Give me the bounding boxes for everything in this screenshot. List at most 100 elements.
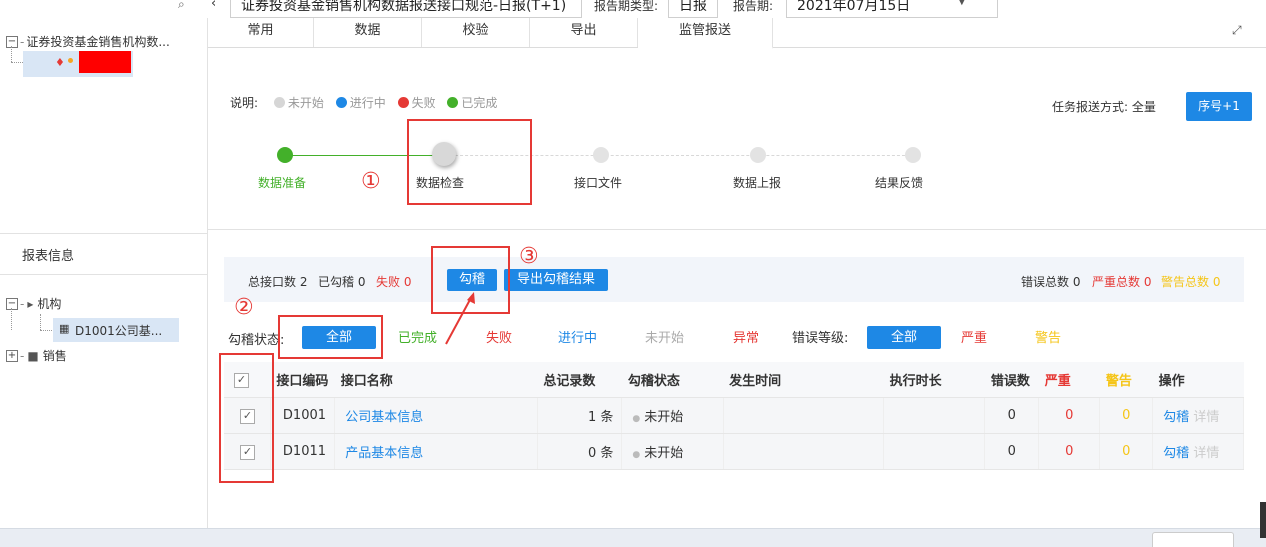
legend-in-progress: 进行中	[349, 96, 386, 110]
expand-toggle-icon[interactable]: +	[6, 349, 18, 362]
table-row: ✓ D1011 产品基本信息 0 条 ● 未开始 0 0 0 勾稽 详情	[224, 433, 1244, 470]
col-time[interactable]: 发生时间	[723, 362, 884, 398]
failed-count: 失败 0	[376, 275, 412, 289]
step-label-feedback[interactable]: 结果反馈	[875, 174, 923, 191]
period-type-label: 报告期类型:	[594, 0, 659, 13]
tab-regulatory-submit[interactable]: 监管报送	[638, 18, 773, 49]
bottom-status-strip	[0, 528, 1266, 547]
row-check-link[interactable]: 勾稽	[1163, 446, 1189, 461]
cell-duration	[883, 433, 986, 470]
cell-name[interactable]: 产品基本信息	[334, 433, 538, 470]
cell-status: ● 未开始	[621, 433, 724, 470]
search-icon[interactable]: ⌕	[178, 0, 185, 12]
send-mode-label: 任务报送方式: 全量	[1052, 100, 1156, 114]
status-dot-icon: ●	[632, 414, 641, 424]
in-progress-dot-icon	[335, 97, 347, 108]
col-errors[interactable]: 错误数	[984, 362, 1039, 398]
cell-status-text: 未开始	[644, 410, 684, 425]
cell-serious: 0	[1038, 433, 1101, 470]
status-dot-icon: ●	[632, 450, 641, 460]
level-filter-warning[interactable]: 警告	[1035, 327, 1061, 346]
tree-root-label: 证券投资基金销售机构数...	[26, 35, 170, 49]
bottom-button[interactable]	[1152, 532, 1234, 547]
tab-bar: 常用 数据 校验 导出 监管报送 ⤢	[208, 18, 1266, 49]
legend-failed: 失败	[411, 96, 436, 110]
cell-status: ● 未开始	[621, 397, 724, 434]
col-duration[interactable]: 执行时长	[883, 362, 985, 398]
annotation-arrow	[445, 292, 475, 345]
level-filter-all[interactable]: 全部	[867, 326, 941, 349]
table-header-row: ✓ 接口编码 接口名称 总记录数 勾稽状态 发生时间 执行时长 错误数 严重 警…	[224, 362, 1244, 398]
status-filter-failed[interactable]: 失败	[486, 327, 512, 346]
step-dot-pending	[750, 147, 766, 163]
annotation-box-checkbox-column	[219, 353, 274, 483]
period-date-picker[interactable]: 2021年07月15日	[786, 0, 998, 18]
tree-connector	[11, 46, 13, 62]
cell-time	[723, 397, 885, 434]
status-filter-in-progress[interactable]: 进行中	[558, 327, 597, 346]
legend-label: 说明:	[230, 96, 259, 110]
report-spec-select[interactable]: 证券投资基金销售机构数据报送接口规范-日报(T+1)	[230, 0, 582, 18]
folder-open-icon: ▸	[27, 296, 34, 311]
cell-actions: 勾稽 详情	[1152, 433, 1244, 470]
seq-increment-button[interactable]: 序号+1	[1186, 92, 1252, 121]
completed-dot-icon	[447, 97, 459, 108]
col-warning[interactable]: 警告	[1099, 362, 1153, 398]
tab-data[interactable]: 数据	[314, 18, 422, 47]
step-label-file[interactable]: 接口文件	[574, 174, 622, 191]
fullscreen-icon[interactable]: ⤢	[1232, 23, 1242, 38]
tree-item-report-label: D1001公司基...	[75, 324, 163, 338]
report-info-title: 报表信息	[22, 249, 75, 264]
row-check-link[interactable]: 勾稽	[1163, 410, 1189, 425]
row-detail-link[interactable]: 详情	[1193, 446, 1219, 461]
bell-icon: ♦	[55, 56, 65, 69]
annotation-number-3: ③	[519, 244, 539, 269]
export-check-result-button[interactable]: 导出勾稽结果	[504, 269, 608, 291]
cell-errors: 0	[984, 433, 1040, 470]
step-label-prepare[interactable]: 数据准备	[258, 174, 306, 191]
status-filter-completed[interactable]: 已完成	[398, 327, 437, 346]
tree-connector	[11, 308, 13, 330]
row-detail-link[interactable]: 详情	[1193, 410, 1219, 425]
level-filter-serious[interactable]: 严重	[961, 327, 987, 346]
col-records[interactable]: 总记录数	[537, 362, 622, 398]
cell-warning: 0	[1099, 397, 1154, 434]
cell-records: 1 条	[537, 397, 623, 434]
chevron-down-icon[interactable]: ▼	[958, 0, 966, 7]
cell-code: D1011	[270, 433, 336, 470]
legend-not-started: 未开始	[287, 96, 324, 110]
step-label-upload[interactable]: 数据上报	[733, 174, 781, 191]
tree-node-selected[interactable]: ♦	[23, 51, 133, 77]
status-filter-not-started[interactable]: 未开始	[645, 327, 684, 346]
col-actions: 操作	[1152, 362, 1244, 398]
col-serious[interactable]: 严重	[1038, 362, 1100, 398]
tree-item-org[interactable]: − - ▸ 机构	[6, 295, 61, 312]
cell-records: 0 条	[537, 433, 623, 470]
annotation-box-2	[278, 315, 383, 359]
period-label: 报告期:	[733, 0, 774, 13]
col-name[interactable]: 接口名称	[334, 362, 538, 398]
period-type-select[interactable]: 日报	[668, 0, 718, 18]
tree-root[interactable]: − - 证券投资基金销售机构数...	[6, 33, 170, 50]
tab-common[interactable]: 常用	[208, 18, 314, 47]
status-filter-abnormal[interactable]: 异常	[733, 327, 759, 346]
col-code[interactable]: 接口编码	[270, 362, 335, 398]
annotation-number-1: ①	[361, 169, 381, 194]
warning-total: 警告总数 0	[1161, 275, 1221, 289]
step-dot-pending	[905, 147, 921, 163]
tab-validate[interactable]: 校验	[422, 18, 530, 47]
top-toolbar: ⌕ ‹ 证券投资基金销售机构数据报送接口规范-日报(T+1) 报告期类型: 日报…	[0, 0, 1266, 19]
checked-count: 已勾稽 0	[318, 275, 366, 289]
cell-name[interactable]: 公司基本信息	[334, 397, 538, 434]
scrollbar-thumb[interactable]	[1260, 502, 1266, 538]
legend: 说明: 未开始 进行中 失败 已完成	[230, 94, 497, 111]
tree-item-report-selected[interactable]: ▦ D1001公司基...	[53, 318, 179, 342]
cell-status-text: 未开始	[644, 446, 684, 461]
legend-completed: 已完成	[461, 96, 498, 110]
col-status[interactable]: 勾稽状态	[621, 362, 724, 398]
tree-item-sales-label: 销售	[42, 349, 67, 363]
cell-warning: 0	[1099, 433, 1154, 470]
tab-export[interactable]: 导出	[530, 18, 638, 47]
tree-item-sales[interactable]: + - ■ 销售	[6, 347, 67, 364]
collapse-arrow-icon[interactable]: ‹	[211, 0, 216, 11]
